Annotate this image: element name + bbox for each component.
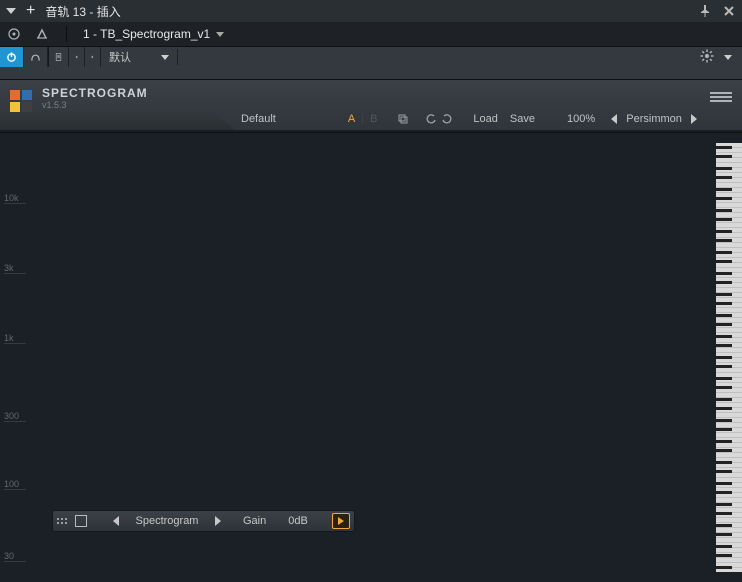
pin-icon[interactable]	[698, 4, 712, 18]
freq-axis-label: 300	[4, 411, 26, 422]
ab-b-button[interactable]: B	[364, 113, 383, 125]
freq-axis-label: 100	[4, 479, 26, 490]
close-icon[interactable]	[722, 4, 736, 18]
preset-name[interactable]: Default	[235, 113, 282, 125]
preset-doc-icon[interactable]	[49, 47, 69, 67]
mode-next-icon[interactable]	[215, 516, 221, 526]
preset-prev-button[interactable]	[69, 47, 85, 67]
preset-dropdown[interactable]: 默认	[101, 49, 178, 65]
undo-icon[interactable]	[423, 113, 439, 125]
plugin-header: SPECTROGRAM v1.5.3 Default A | B Load Sa…	[0, 80, 742, 130]
freq-axis-label: 30	[4, 551, 26, 562]
theme-name[interactable]: Persimmon	[617, 113, 691, 125]
settings-gear-icon[interactable]	[700, 49, 714, 66]
drag-handle-icon[interactable]	[57, 518, 67, 524]
plugin-select-label: 1 - TB_Spectrogram_v1	[83, 27, 210, 41]
play-button[interactable]	[332, 513, 350, 529]
save-button[interactable]: Save	[504, 113, 541, 125]
plugin-version: v1.5.3	[42, 100, 148, 110]
zoom-value[interactable]: 100%	[561, 113, 601, 125]
preset-next-button[interactable]	[85, 47, 101, 67]
freq-axis-label: 3k	[4, 263, 26, 274]
gain-value[interactable]: 0dB	[288, 515, 308, 527]
preset-dropdown-label: 默认	[109, 49, 131, 65]
window-title: 音轨 13 - 插入	[45, 3, 120, 20]
load-button[interactable]: Load	[467, 113, 503, 125]
host-toolbar: 默认	[0, 46, 742, 80]
menu-icon[interactable]	[710, 90, 732, 104]
ab-a-button[interactable]: A	[342, 113, 361, 125]
routing-icon[interactable]	[34, 26, 50, 42]
crop-icon[interactable]	[75, 515, 87, 527]
mode-prev-icon[interactable]	[113, 516, 119, 526]
theme-next-icon[interactable]	[691, 114, 697, 124]
freq-axis-label: 10k	[4, 193, 26, 204]
copy-state-icon[interactable]	[395, 113, 411, 125]
redo-icon[interactable]	[439, 113, 455, 125]
power-button[interactable]	[0, 47, 24, 67]
gain-label: Gain	[243, 515, 266, 527]
plugin-select-dropdown[interactable]: 1 - TB_Spectrogram_v1	[83, 27, 224, 41]
chevron-down-icon	[161, 55, 169, 60]
freq-axis-label: 1k	[4, 333, 26, 344]
spectrogram-view[interactable]: 10k 3k 1k 300 100 30 Spectrogram Gain 0dB	[0, 132, 742, 582]
chevron-down-icon	[216, 32, 224, 37]
view-control-bar: Spectrogram Gain 0dB	[52, 510, 355, 532]
chevron-down-icon[interactable]	[724, 55, 732, 60]
bypass-lock-icon[interactable]	[24, 47, 48, 67]
piano-ruler[interactable]	[716, 143, 742, 572]
target-icon[interactable]	[6, 26, 22, 42]
window-titlebar: + 音轨 13 - 插入	[0, 0, 742, 22]
plugin-title: SPECTROGRAM	[42, 86, 148, 100]
plugin-select-bar: 1 - TB_Spectrogram_v1	[0, 22, 742, 46]
plugin-logo-icon	[10, 90, 32, 112]
add-icon[interactable]: +	[26, 3, 35, 19]
menu-dropdown-icon[interactable]	[6, 8, 16, 14]
view-mode-label[interactable]: Spectrogram	[127, 515, 207, 527]
plugin-control-row: Default A | B Load Save 100% Persimmon	[235, 110, 730, 128]
